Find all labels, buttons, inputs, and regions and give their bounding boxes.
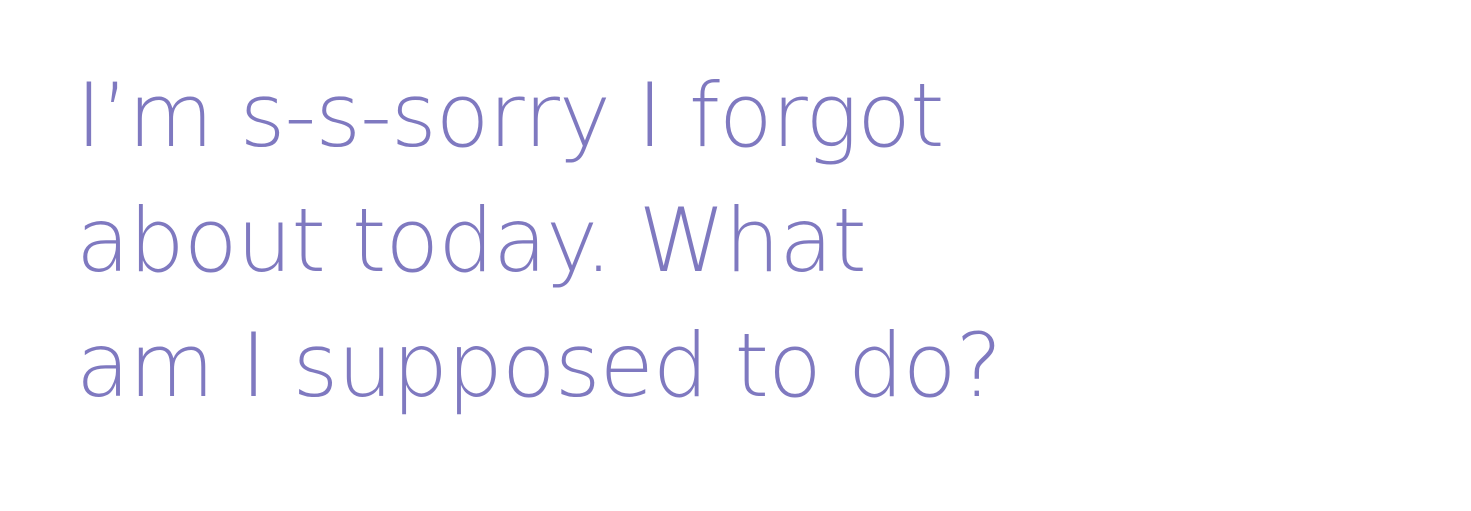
quote-text-block: I’m s-s-sorry I forgot about today. What…	[76, 53, 1376, 428]
quote-line-3: am I supposed to do?	[76, 314, 1002, 417]
quote-line-2: about today. What	[76, 189, 867, 292]
quote-line-1: I’m s-s-sorry I forgot	[76, 64, 944, 167]
